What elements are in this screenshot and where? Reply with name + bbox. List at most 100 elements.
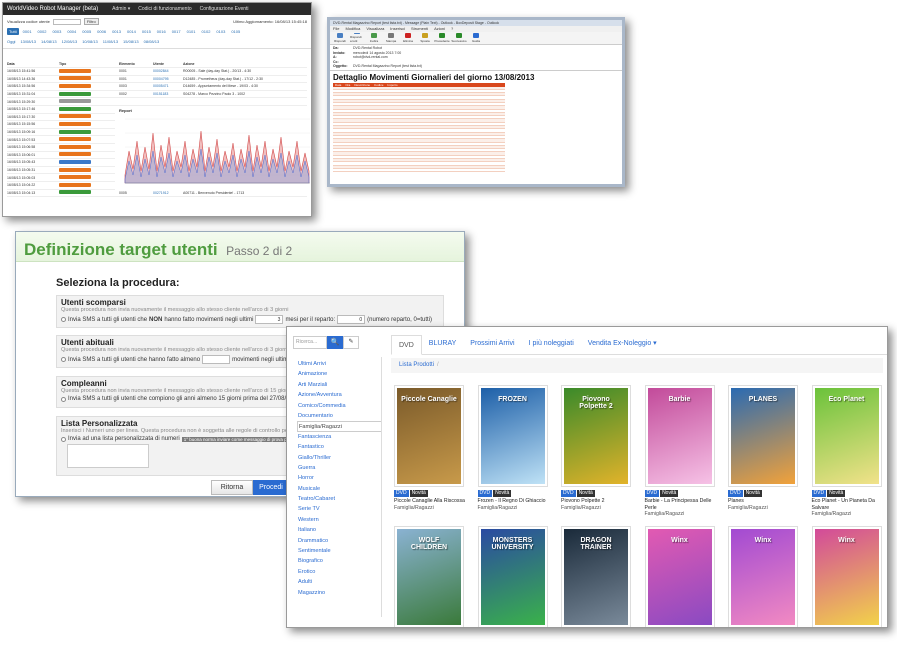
date-link[interactable]: 08/08/13 — [144, 39, 160, 44]
filter-pill[interactable]: 0004 — [65, 28, 78, 35]
product-poster[interactable]: Piccole Canaglie — [394, 385, 464, 487]
filter-pill[interactable]: 0105 — [229, 28, 242, 35]
radio-lista-personalizzata[interactable] — [61, 436, 66, 442]
toolbar-button[interactable]: Guida — [469, 33, 483, 43]
product-card[interactable]: Winx — [728, 526, 800, 627]
sidebar-item[interactable]: Western — [298, 515, 382, 525]
filter-pill[interactable]: 0003 — [50, 28, 63, 35]
filter-pill[interactable]: 0006 — [95, 28, 108, 35]
search-input[interactable]: Ricerca... — [293, 336, 327, 349]
date-link[interactable]: Oggi — [7, 39, 15, 44]
sidebar-item[interactable]: Teatro/Cabaret — [298, 494, 382, 504]
sidebar-item[interactable]: Comico/Commedia — [298, 401, 382, 411]
sidebar-item[interactable]: Azione/Avventura — [298, 390, 382, 400]
toolbar-button[interactable]: Sposta — [418, 33, 432, 43]
sidebar-item[interactable]: Animazione — [298, 369, 382, 379]
filter-pill[interactable]: 0017 — [170, 28, 183, 35]
product-card[interactable]: WOLF CHILDREN — [394, 526, 466, 627]
radio-compleanni[interactable] — [61, 396, 66, 402]
filter-pill[interactable]: 0016 — [155, 28, 168, 35]
sidebar-item[interactable]: Horror — [298, 473, 382, 483]
toolbar-button[interactable]: Stampa — [384, 33, 398, 43]
tab-item[interactable]: DVD — [391, 335, 422, 355]
menu-item[interactable]: Visualizza — [366, 26, 384, 32]
product-title[interactable]: Eco Planet - Un Pianeta Da Salvare — [812, 498, 884, 511]
menu-item[interactable]: Modifica — [345, 26, 360, 32]
date-link[interactable]: 15/08/13 — [123, 39, 139, 44]
filter-pill[interactable]: 0013 — [110, 28, 123, 35]
menu-item[interactable]: Azioni — [434, 26, 445, 32]
filter-pill[interactable]: 0102 — [200, 28, 213, 35]
months-input[interactable]: 3 — [255, 315, 284, 324]
tab-item[interactable]: Prossimi Arrivi — [463, 334, 521, 354]
sidebar-item[interactable]: Guerra — [298, 463, 382, 473]
menu-item[interactable]: File — [333, 26, 339, 32]
tab-item[interactable]: BLURAY — [422, 334, 464, 354]
menu-item[interactable]: ? — [451, 26, 453, 32]
back-button[interactable]: Ritorna — [211, 480, 253, 495]
product-poster[interactable]: MONSTERS UNIVERSITY — [477, 526, 548, 627]
sidebar-item[interactable]: Fantascienza — [298, 432, 382, 442]
product-poster[interactable]: Winx — [728, 526, 798, 627]
toolbar-button[interactable]: Inoltra — [367, 33, 381, 43]
user-code-input[interactable] — [52, 18, 81, 25]
product-poster[interactable]: Winx — [811, 526, 882, 627]
date-link[interactable]: 10/08/13 — [82, 39, 98, 44]
sidebar-item[interactable]: Sentimentale — [298, 546, 382, 556]
product-card[interactable]: Winx — [811, 526, 884, 627]
filter-pill[interactable]: 0001 — [21, 28, 34, 35]
search-icon[interactable]: 🔍 — [327, 336, 343, 349]
product-card[interactable]: FROZEN DVD Novità Frozen - Il Regno Di Ghia… — [477, 385, 550, 511]
app-brand[interactable]: WorldVideo Robot Manager (beta) — [7, 6, 98, 12]
filter-pill[interactable]: 0101 — [185, 28, 198, 35]
filter-pill[interactable]: 0014 — [125, 28, 138, 35]
filter-pill[interactable]: 0002 — [36, 28, 49, 35]
sidebar-item[interactable]: Fantastico — [298, 442, 382, 452]
sidebar-item[interactable]: Erotico — [298, 567, 382, 577]
sidebar-item[interactable]: Musicale — [298, 484, 382, 494]
product-card[interactable]: Winx — [644, 526, 717, 627]
breadcrumb-item[interactable]: Lista Prodotti — [399, 362, 434, 368]
menu-item[interactable]: Inserisci — [390, 26, 405, 32]
filter-pill[interactable]: 0103 — [214, 28, 227, 35]
sidebar-item[interactable]: Drammatico — [298, 536, 382, 546]
product-poster[interactable]: WOLF CHILDREN — [394, 526, 464, 627]
date-link[interactable]: 14/08/13 — [41, 39, 57, 44]
product-poster[interactable]: Piovono Polpette 2 — [561, 385, 631, 487]
edit-icon[interactable]: ✎ — [343, 336, 359, 349]
nav-events[interactable]: Configurazione Eventi — [200, 6, 249, 12]
nav-admin[interactable]: Admin ▾ — [112, 6, 130, 12]
sidebar-item[interactable]: Documentario — [298, 411, 382, 421]
sidebar-item[interactable]: Italiano — [298, 525, 382, 535]
radio-utenti-abituali[interactable] — [61, 357, 66, 362]
sidebar-item[interactable]: Adulti — [298, 577, 382, 587]
toolbar-button[interactable]: Rispondi — [333, 33, 347, 43]
filter-pill[interactable]: 0005 — [80, 28, 93, 35]
toolbar-button[interactable]: Successivo — [451, 33, 467, 43]
product-card[interactable]: Piccole Canaglie DVD Novità Piccole Canagli… — [394, 385, 466, 511]
tab-item[interactable]: Vendita Ex-Noleggio ▾ — [581, 334, 664, 354]
product-title[interactable]: Piccole Canaglie Alla Riscossa — [394, 498, 466, 505]
cell-user[interactable]: 00002844 — [153, 69, 183, 73]
product-poster[interactable]: Winx — [644, 526, 715, 627]
tab-item[interactable]: I più noleggiati — [522, 334, 581, 354]
radio-utenti-scomparsi[interactable] — [61, 317, 66, 322]
menu-item[interactable]: Strumenti — [411, 26, 428, 32]
toolbar-button[interactable]: Elimina — [401, 33, 415, 43]
sidebar-item[interactable]: Arti Marziali — [298, 380, 382, 390]
product-poster[interactable]: FROZEN — [477, 385, 548, 487]
product-poster[interactable]: DRAGON TRAINER — [561, 526, 631, 627]
filter-pill[interactable]: Tutti — [7, 28, 19, 35]
product-card[interactable]: Eco Planet DVD Novità Eco Planet - Un Piane… — [811, 385, 884, 517]
sidebar-item[interactable]: Magazzino — [298, 588, 382, 598]
department-input[interactable]: 0 — [337, 315, 366, 324]
cell-user[interactable]: 00271912 — [153, 191, 183, 195]
sidebar-item[interactable]: Ultimi Arrivi — [298, 359, 382, 369]
sidebar-item[interactable]: Famiglia/Ragazzi — [297, 421, 382, 432]
min-movements-input[interactable] — [202, 355, 231, 364]
numbers-textarea[interactable] — [67, 444, 149, 468]
toolbar-button[interactable]: Rispondi a tutti — [350, 33, 364, 43]
sidebar-item[interactable]: Serie TV — [298, 504, 382, 514]
date-link[interactable]: 11/08/13 — [103, 39, 118, 44]
product-poster[interactable]: Eco Planet — [811, 385, 882, 487]
